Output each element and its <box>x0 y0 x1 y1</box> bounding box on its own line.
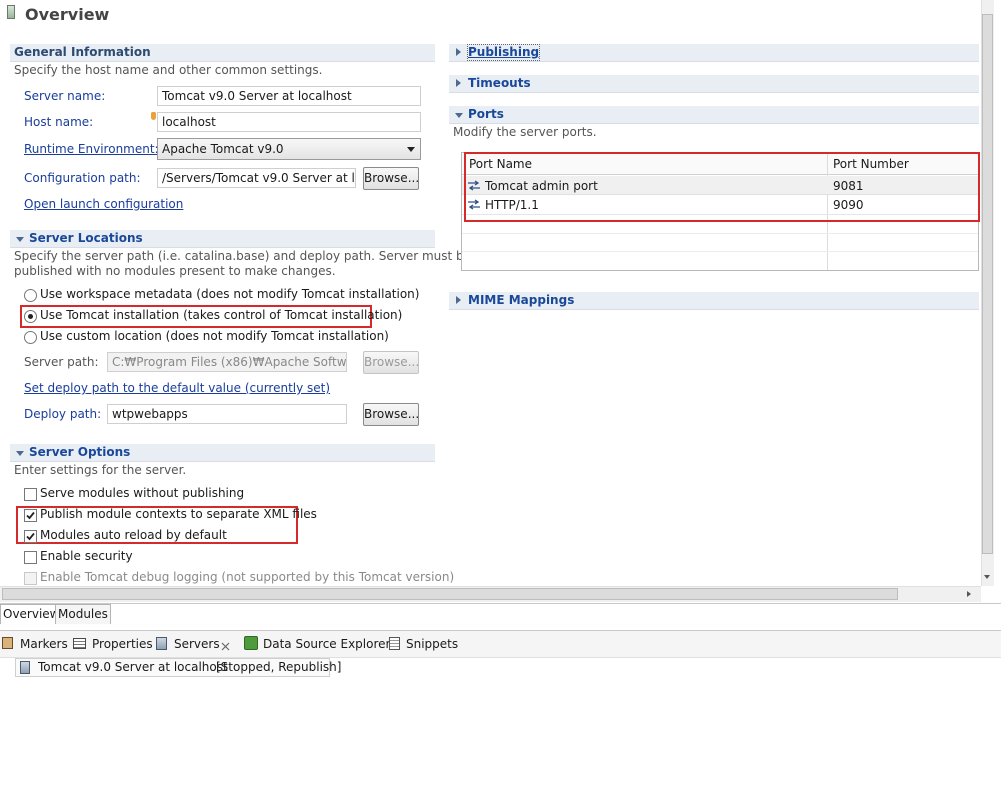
server-path-browse-button[interactable]: Browse... <box>363 351 419 374</box>
config-path-label: Configuration path: <box>24 171 141 185</box>
runtime-environment-value: Apache Tomcat v9.0 <box>162 142 284 156</box>
tab-overview[interactable]: Overview <box>0 604 63 624</box>
server-locations-desc-2: published with no modules present to mak… <box>14 264 336 278</box>
scrollbar-thumb[interactable] <box>982 14 993 554</box>
tab-snippets[interactable]: Snippets <box>406 632 458 656</box>
checkbox-serve-without-publishing[interactable] <box>24 488 37 501</box>
markers-icon <box>2 637 13 649</box>
radio-tomcat-label: Use Tomcat installation (takes control o… <box>40 308 403 322</box>
ports-desc: Modify the server ports. <box>453 125 597 139</box>
collapse-icon[interactable] <box>456 79 461 87</box>
server-entry-status: [Stopped, Republish] <box>216 660 342 674</box>
deploy-path-browse-button[interactable]: Browse... <box>363 403 419 426</box>
checkbox-serve-label: Serve modules without publishing <box>40 486 245 500</box>
server-path-label: Server path: <box>24 355 99 369</box>
runtime-environment-link[interactable]: Runtime Environment: <box>24 142 159 157</box>
general-info-desc: Specify the host name and other common s… <box>14 63 323 77</box>
check-icon <box>26 511 35 520</box>
server-locations-desc-1: Specify the server path (i.e. catalina.b… <box>14 249 472 263</box>
scroll-down-arrow-icon[interactable] <box>984 575 990 579</box>
scroll-right-arrow-icon[interactable] <box>967 591 971 597</box>
tab-data-source-explorer[interactable]: Data Source Explorer <box>263 632 390 656</box>
collapse-icon[interactable] <box>456 296 461 304</box>
radio-custom-location[interactable] <box>24 331 37 344</box>
server-name-field[interactable]: Tomcat v9.0 Server at localhost <box>157 86 421 106</box>
checkbox-security-label: Enable security <box>40 549 133 563</box>
deploy-path-field[interactable]: wtpwebapps <box>107 404 347 424</box>
radio-workspace-label: Use workspace metadata (does not modify … <box>40 287 420 301</box>
runtime-environment-select[interactable]: Apache Tomcat v9.0 <box>157 138 421 160</box>
set-deploy-path-link[interactable]: Set deploy path to the default value (cu… <box>24 381 330 396</box>
chevron-down-icon <box>407 147 415 152</box>
snippets-icon <box>389 637 400 650</box>
table-row-empty <box>462 251 978 252</box>
ports-title[interactable]: Ports <box>468 107 504 122</box>
editor-tab-bar <box>0 603 1001 625</box>
config-browse-button[interactable]: Browse... <box>363 167 419 190</box>
page-title: Overview <box>25 5 110 24</box>
expand-icon[interactable] <box>455 113 463 118</box>
server-options-desc: Enter settings for the server. <box>14 463 187 477</box>
scrollbar-thumb[interactable] <box>2 588 898 600</box>
highlight-box-ports <box>464 152 980 222</box>
open-launch-config-link[interactable]: Open launch configuration <box>24 197 183 212</box>
server-locations-title: Server Locations <box>29 231 143 245</box>
timeouts-title[interactable]: Timeouts <box>468 76 531 91</box>
tab-servers[interactable]: Servers <box>174 632 220 656</box>
checkbox-debug-label: Enable Tomcat debug logging (not support… <box>40 570 455 584</box>
checkbox-auto-reload[interactable] <box>24 530 37 543</box>
host-name-field[interactable]: localhost <box>157 112 421 132</box>
checkbox-publish-label: Publish module contexts to separate XML … <box>40 507 317 521</box>
checkbox-publish-contexts[interactable] <box>24 509 37 522</box>
checkbox-debug-logging[interactable] <box>24 572 37 585</box>
expand-icon[interactable] <box>16 451 24 456</box>
servers-icon <box>156 637 167 650</box>
publishing-title[interactable]: Publishing <box>466 44 541 61</box>
collapse-icon[interactable] <box>456 48 461 56</box>
check-icon <box>26 532 35 541</box>
server-icon <box>20 661 30 674</box>
ports-header <box>449 106 979 124</box>
server-name-label: Server name: <box>24 89 106 103</box>
table-row-empty <box>462 233 978 234</box>
checkbox-enable-security[interactable] <box>24 551 37 564</box>
server-options-title: Server Options <box>29 445 131 459</box>
tab-properties[interactable]: Properties <box>92 632 153 656</box>
radio-custom-label: Use custom location (does not modify Tom… <box>40 329 389 343</box>
radio-workspace-metadata[interactable] <box>24 289 37 302</box>
tab-modules[interactable]: Modules <box>55 604 111 624</box>
mime-mappings-title[interactable]: MIME Mappings <box>468 293 574 308</box>
deploy-path-label: Deploy path: <box>24 407 102 421</box>
expand-icon[interactable] <box>16 237 24 242</box>
config-path-field[interactable]: /Servers/Tomcat v9.0 Server at loca <box>157 168 356 188</box>
general-info-title: General Information <box>14 45 151 59</box>
editor-icon <box>7 5 15 19</box>
host-name-label: Host name: <box>24 115 94 129</box>
server-path-field[interactable]: C:₩Program Files (x86)₩Apache Software F <box>107 352 347 372</box>
server-entry-name: Tomcat v9.0 Server at localhost <box>38 660 228 674</box>
tab-markers[interactable]: Markers <box>20 632 68 656</box>
close-icon[interactable] <box>221 640 230 651</box>
properties-icon <box>73 638 86 649</box>
checkbox-auto-reload-label: Modules auto reload by default <box>40 528 227 542</box>
data-source-icon <box>244 636 258 650</box>
radio-tomcat-installation[interactable] <box>24 310 37 323</box>
warning-decorator-icon <box>151 112 156 120</box>
